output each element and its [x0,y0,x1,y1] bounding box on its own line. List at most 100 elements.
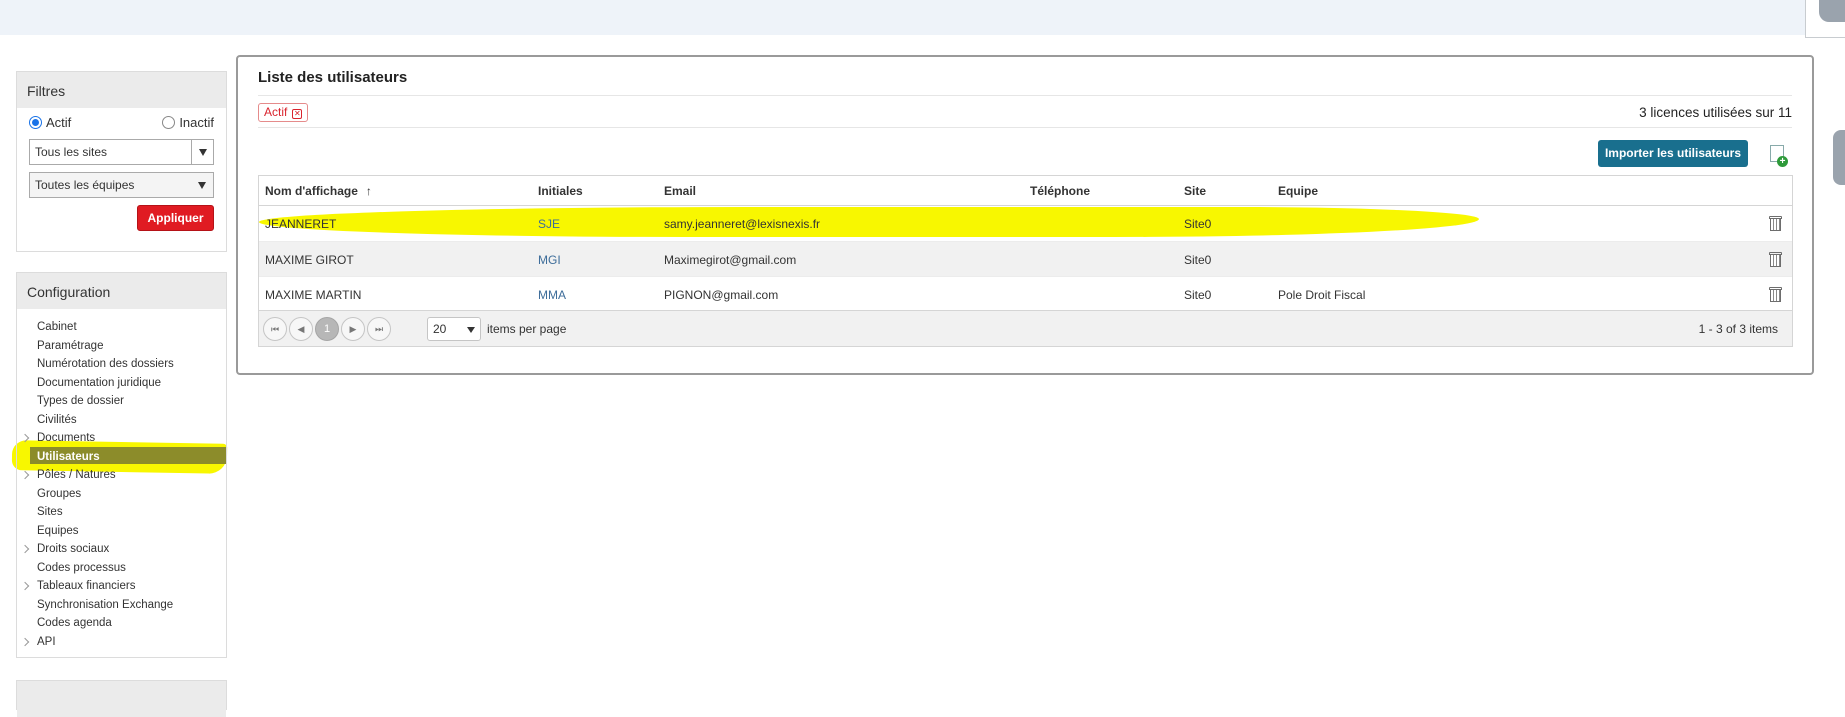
next-panel-head [17,681,226,717]
configuration-menu: Cabinet Paramétrage Numérotation des dossi… [17,318,226,651]
first-page-icon[interactable]: ⏮ [263,317,287,341]
team-select-value: Toutes les équipes [35,178,135,192]
status-active-label: Actif [46,115,72,130]
cell-site: Site0 [1184,217,1212,231]
table-row[interactable]: MAXIME GIROT MGI Maximegirot@gmail.com Site… [259,241,1792,277]
chevron-down-icon[interactable] [191,173,213,197]
sidebar-item[interactable]: Cabinet [17,318,226,337]
column-header-name[interactable]: Nom d'affichage ↑ [265,184,372,198]
cell-name: MAXIME MARTIN [265,288,362,302]
apply-button[interactable]: Appliquer [137,205,214,231]
column-header-team[interactable]: Equipe [1278,184,1318,198]
sidebar-item-label: Documentation juridique [37,376,162,389]
sort-ascending-icon[interactable]: ↑ [366,184,372,198]
sidebar-item[interactable]: Synchronisation Exchange [17,596,226,615]
chevron-right-icon[interactable] [20,637,30,646]
previous-page-icon[interactable]: ◀ [289,317,313,341]
table-row[interactable]: MAXIME MARTIN MMA PIGNON@gmail.com Site0 Pol… [259,277,1792,313]
page-size-select[interactable]: 20 [427,317,481,341]
sidebar-item-label: Numérotation des dossiers [37,358,174,370]
sidebar-item-label: Groupes [37,487,82,500]
sidebar-item-label: Codes processus [37,561,126,574]
cell-email: samy.jeanneret@lexisnexis.fr [664,217,821,231]
radio-checked-icon[interactable] [29,116,42,129]
divider [258,127,1792,128]
sidebar-item[interactable]: Civilités [17,411,226,430]
side-panel-handle[interactable] [1833,130,1845,185]
sidebar-item[interactable]: Groupes [17,485,226,504]
sidebar-item[interactable]: Utilisateurs [17,448,226,467]
cell-site: Site0 [1184,288,1212,302]
sidebar-item-label: Tableaux financiers [37,580,136,592]
trash-icon[interactable] [1769,251,1782,267]
status-inactive-radio[interactable]: Inactif [162,115,214,130]
folder-icon[interactable] [1805,0,1845,38]
sidebar-item-label: Equipes [37,524,79,537]
trash-icon[interactable] [1769,287,1782,302]
configuration-panel: Configuration Cabinet Paramétrage Numérota… [16,272,227,658]
configuration-title: Configuration [17,273,226,309]
items-per-page-label: items per page [487,322,567,336]
users-grid: Nom d'affichage ↑ Initiales Email Télépho… [258,175,1793,347]
filters-panel: Filtres Actif Inactif Tous les sites Tou… [16,71,227,252]
column-header-phone[interactable]: Téléphone [1030,184,1090,198]
items-count: 1 - 3 of 3 items [1698,322,1778,336]
sidebar-item[interactable]: Documentation juridique [17,374,226,393]
status-inactive-label: Inactif [179,115,214,130]
site-select[interactable]: Tous les sites [29,139,214,165]
import-users-button[interactable]: Importer les utilisateurs [1598,140,1748,167]
last-page-icon[interactable]: ⏭ [367,317,391,341]
licence-count: 3 licences utilisées sur 11 [1639,105,1792,120]
cell-email: Maximegirot@gmail.com [664,252,797,267]
active-filter-tag[interactable]: Actif ✕ [258,103,309,122]
page-title: Liste des utilisateurs [258,69,408,86]
site-select-value: Tous les sites [35,145,108,159]
sidebar-item[interactable]: Codes agenda [17,614,226,633]
cell-initials[interactable]: MMA [538,288,566,302]
sidebar-item[interactable]: Paramétrage [17,337,226,356]
chevron-right-icon[interactable] [20,470,30,480]
chevron-right-icon[interactable] [20,433,30,443]
sidebar-item[interactable]: Equipes [17,522,226,541]
status-active-radio[interactable]: Actif [29,115,71,130]
cell-name: MAXIME GIROT [265,252,354,267]
column-name-label: Nom d'affichage [265,184,358,198]
cell-name: JEANNERET [265,217,337,231]
users-card: Liste des utilisateurs Actif ✕ 3 licences… [236,55,1814,375]
sidebar-item-label: Paramétrage [37,339,104,352]
export-excel-icon[interactable] [1770,145,1788,167]
sidebar-item-label: Civilités [37,413,77,426]
next-page-icon[interactable]: ▶ [341,317,365,341]
sidebar-item[interactable]: Documents [17,429,226,448]
top-bar [0,0,1845,35]
page-size-value: 20 [433,322,447,336]
sidebar-item[interactable]: Pôles / Natures [17,466,226,485]
chevron-right-icon[interactable] [20,544,30,554]
sidebar-item[interactable]: Sites [17,503,226,522]
chevron-right-icon[interactable] [20,581,30,591]
sidebar-item[interactable]: Droits sociaux [17,540,226,559]
cell-initials[interactable]: SJE [538,217,560,231]
trash-icon[interactable] [1769,216,1782,231]
sidebar-item-label: Types de dossier [37,395,124,407]
chevron-down-icon[interactable] [467,327,475,333]
chevron-down-icon[interactable] [191,140,213,164]
sidebar-item-label: API [37,635,56,648]
sidebar-item[interactable]: Tableaux financiers [17,577,226,596]
sidebar-item[interactable]: Codes processus [17,559,226,578]
column-header-initials[interactable]: Initiales [538,184,583,198]
column-header-email[interactable]: Email [664,184,696,198]
sidebar-item[interactable]: Numérotation des dossiers [17,355,226,374]
filters-title: Filtres [17,72,226,108]
sidebar-item[interactable]: Types de dossier [17,392,226,411]
cell-initials[interactable]: MGI [538,253,561,267]
current-page-button[interactable]: 1 [315,317,339,341]
close-icon[interactable]: ✕ [292,109,303,119]
team-select[interactable]: Toutes les équipes [29,172,214,198]
sidebar-item[interactable]: API [17,633,226,652]
table-row[interactable]: JEANNERET SJE samy.jeanneret@lexisnexis.fr… [259,206,1792,242]
column-header-site[interactable]: Site [1184,184,1206,198]
radio-unchecked-icon[interactable] [162,116,176,129]
divider [258,95,1792,96]
sidebar-item-label: Documents [37,432,96,444]
